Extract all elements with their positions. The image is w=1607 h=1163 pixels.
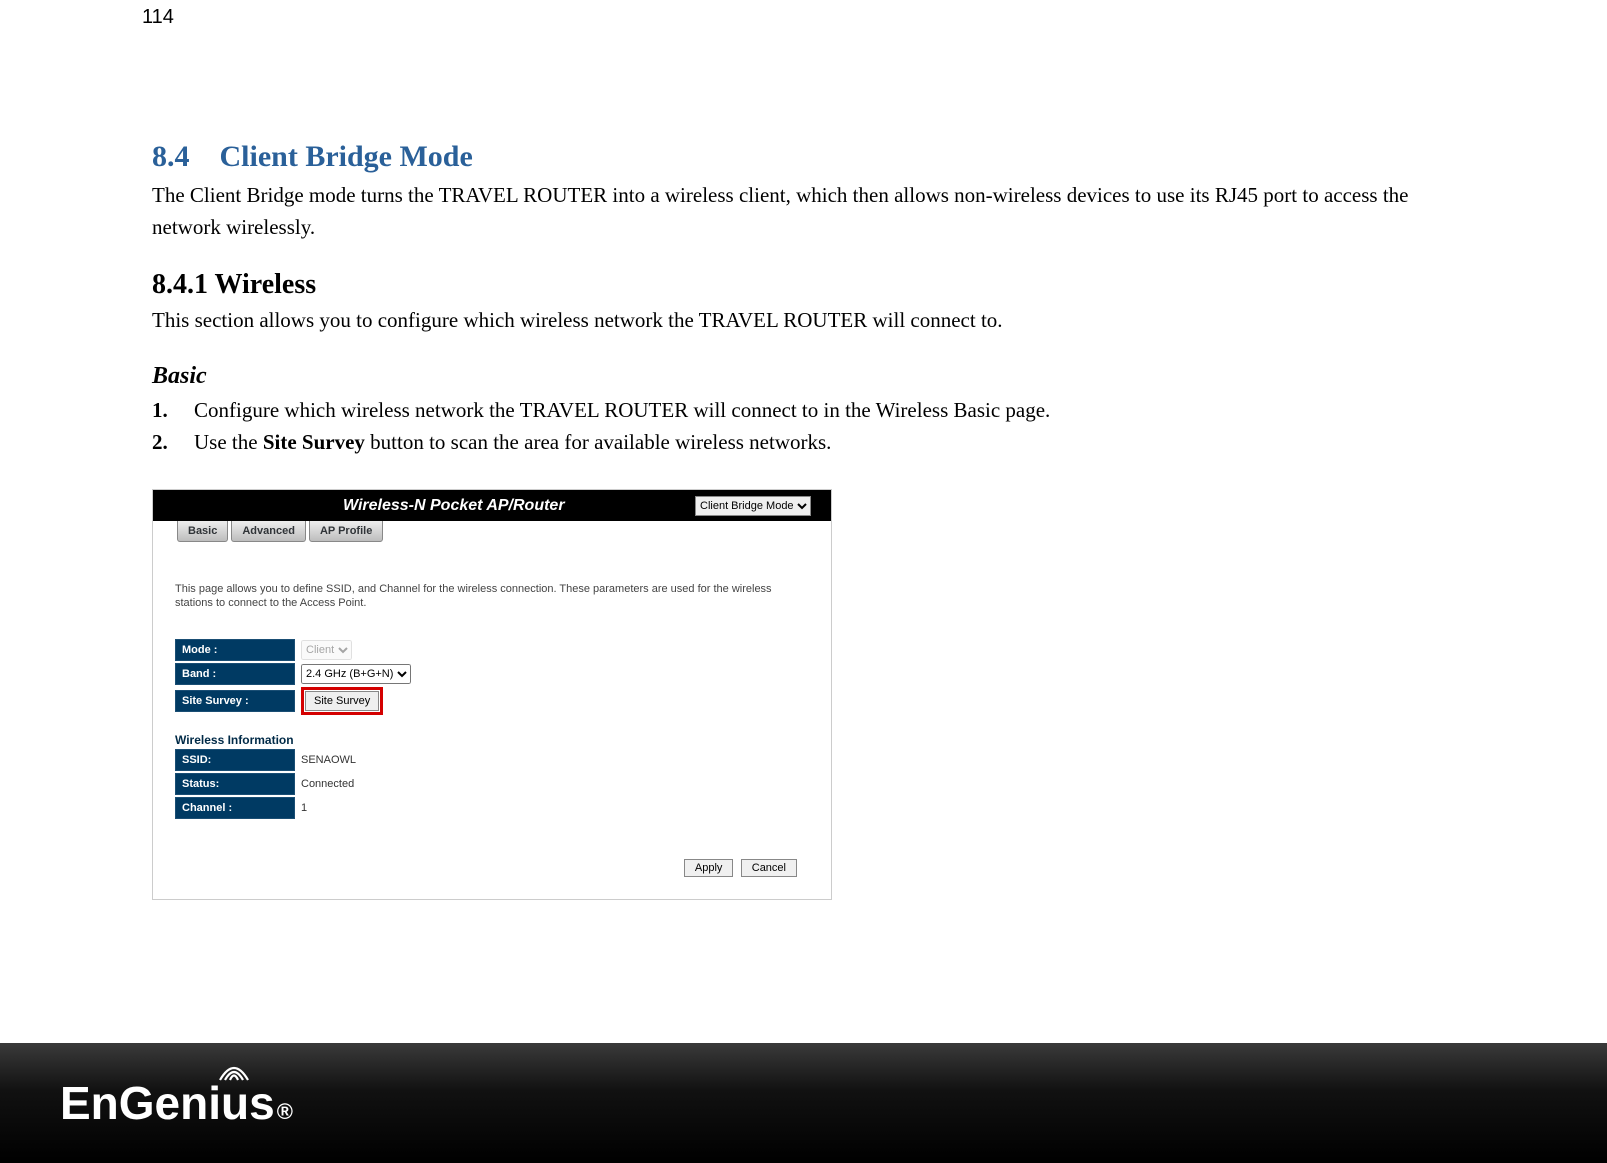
screenshot-titlebar: Wireless-N Pocket AP/Router Client Bridg…	[153, 490, 831, 522]
step-text: Configure which wireless network the TRA…	[194, 398, 1050, 422]
row-band: Band : 2.4 GHz (B+G+N)	[175, 663, 809, 685]
value-mode: Client	[295, 640, 358, 660]
panel: This page allows you to define SSID, and…	[153, 542, 831, 900]
value-status: Connected	[295, 778, 360, 790]
subsection-heading: 8.4.1 Wireless	[152, 269, 1472, 301]
tab-advanced[interactable]: Advanced	[231, 521, 306, 542]
value-ssid: SENAOWL	[295, 754, 362, 766]
row-mode: Mode : Client	[175, 639, 809, 661]
basic-heading: Basic	[152, 363, 1472, 390]
screenshot-title: Wireless-N Pocket AP/Router	[343, 497, 695, 515]
step-bold: Site Survey	[263, 430, 365, 454]
site-survey-highlight: Site Survey	[301, 687, 383, 715]
step-marker: 2.	[152, 426, 168, 459]
row-ssid: SSID: SENAOWL	[175, 749, 809, 771]
tab-row: Basic Advanced AP Profile	[153, 521, 831, 542]
label-status: Status:	[175, 773, 295, 795]
tab-ap-profile[interactable]: AP Profile	[309, 521, 383, 542]
registered-mark: ®	[277, 1099, 293, 1125]
site-survey-button[interactable]: Site Survey	[305, 691, 379, 711]
value-band: 2.4 GHz (B+G+N)	[295, 664, 417, 684]
section-heading: 8.4 Client Bridge Mode	[152, 140, 1472, 174]
wireless-info-heading: Wireless Information	[175, 733, 809, 747]
brand-text: EnGenius	[60, 1076, 275, 1130]
titlebar-lead	[153, 490, 373, 522]
button-row: Apply Cancel	[175, 859, 809, 877]
step-item: 2. Use the Site Survey button to scan th…	[152, 426, 1472, 459]
footer: EnGenius®	[0, 1043, 1607, 1163]
label-mode: Mode :	[175, 639, 295, 661]
step-suffix: button to scan the area for available wi…	[365, 430, 832, 454]
page-number: 114	[142, 6, 174, 29]
tab-basic[interactable]: Basic	[177, 521, 228, 542]
label-site-survey: Site Survey :	[175, 690, 295, 712]
section-intro: The Client Bridge mode turns the TRAVEL …	[152, 180, 1472, 243]
label-channel: Channel :	[175, 797, 295, 819]
embedded-screenshot: Wireless-N Pocket AP/Router Client Bridg…	[152, 489, 832, 901]
steps-list: 1. Configure which wireless network the …	[152, 394, 1472, 459]
section-number: 8.4	[152, 140, 190, 173]
label-band: Band :	[175, 663, 295, 685]
row-status: Status: Connected	[175, 773, 809, 795]
main-content: 8.4 Client Bridge Mode The Client Bridge …	[152, 140, 1472, 900]
row-channel: Channel : 1	[175, 797, 809, 819]
label-ssid: SSID:	[175, 749, 295, 771]
wifi-icon	[218, 1062, 250, 1082]
mode-select[interactable]: Client	[301, 640, 352, 660]
row-site-survey: Site Survey : Site Survey	[175, 687, 809, 715]
step-prefix: Use the	[194, 430, 263, 454]
cancel-button[interactable]: Cancel	[741, 859, 797, 877]
value-site-survey: Site Survey	[295, 687, 389, 715]
subsection-intro: This section allows you to configure whi…	[152, 305, 1472, 337]
apply-button[interactable]: Apply	[684, 859, 734, 877]
step-marker: 1.	[152, 394, 168, 427]
mode-dropdown[interactable]: Client Bridge Mode	[695, 496, 811, 516]
band-select[interactable]: 2.4 GHz (B+G+N)	[301, 664, 411, 684]
step-item: 1. Configure which wireless network the …	[152, 394, 1472, 427]
section-title: Client Bridge Mode	[220, 140, 473, 173]
panel-description: This page allows you to define SSID, and…	[175, 582, 809, 612]
value-channel: 1	[295, 802, 313, 814]
brand-logo: EnGenius®	[60, 1076, 293, 1130]
